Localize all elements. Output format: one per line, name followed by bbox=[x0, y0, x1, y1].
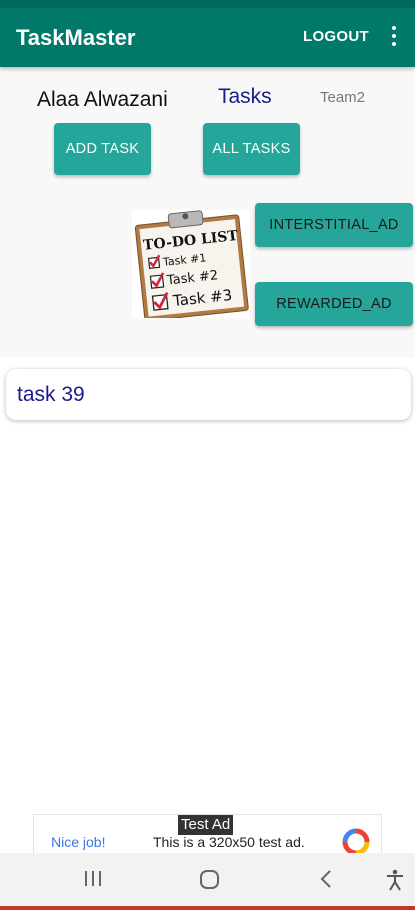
team-label: Team2 bbox=[320, 89, 366, 106]
rewarded-ad-button[interactable]: REWARDED_AD bbox=[255, 282, 413, 326]
all-tasks-button[interactable]: ALL TASKS bbox=[203, 123, 300, 175]
more-vert-icon[interactable] bbox=[386, 26, 402, 50]
ad-headline: Nice job! bbox=[51, 834, 106, 850]
app-bar: TaskMaster LOGOUT bbox=[0, 8, 415, 67]
logout-button[interactable]: LOGOUT bbox=[303, 28, 369, 45]
home-icon[interactable] bbox=[199, 869, 221, 891]
app-title: TaskMaster bbox=[16, 25, 136, 50]
todo-list-image: TO-DO LIST Task #1 Task #2 Task #3 bbox=[132, 210, 250, 318]
task-card[interactable]: task 39 bbox=[6, 369, 411, 420]
add-task-button[interactable]: ADD TASK bbox=[54, 123, 151, 175]
test-ad-tag: Test Ad bbox=[178, 815, 234, 835]
ad-description: This is a 320x50 test ad. bbox=[153, 834, 305, 850]
recent-apps-icon[interactable] bbox=[84, 869, 102, 889]
interstitial-ad-button[interactable]: INTERSTITIAL_AD bbox=[255, 203, 413, 247]
ad-logo-icon bbox=[342, 828, 370, 856]
page-title: Tasks bbox=[218, 85, 272, 108]
accessibility-icon[interactable] bbox=[385, 869, 405, 891]
status-bar bbox=[0, 0, 415, 8]
header-panel: Alaa Alwazani Tasks Team2 ADD TASK ALL T… bbox=[0, 67, 415, 357]
bottom-edge-strip bbox=[0, 906, 415, 910]
user-name: Alaa Alwazani bbox=[37, 88, 168, 111]
back-icon[interactable] bbox=[318, 869, 334, 891]
system-nav-bar bbox=[0, 853, 415, 910]
task-title: task 39 bbox=[17, 383, 85, 406]
